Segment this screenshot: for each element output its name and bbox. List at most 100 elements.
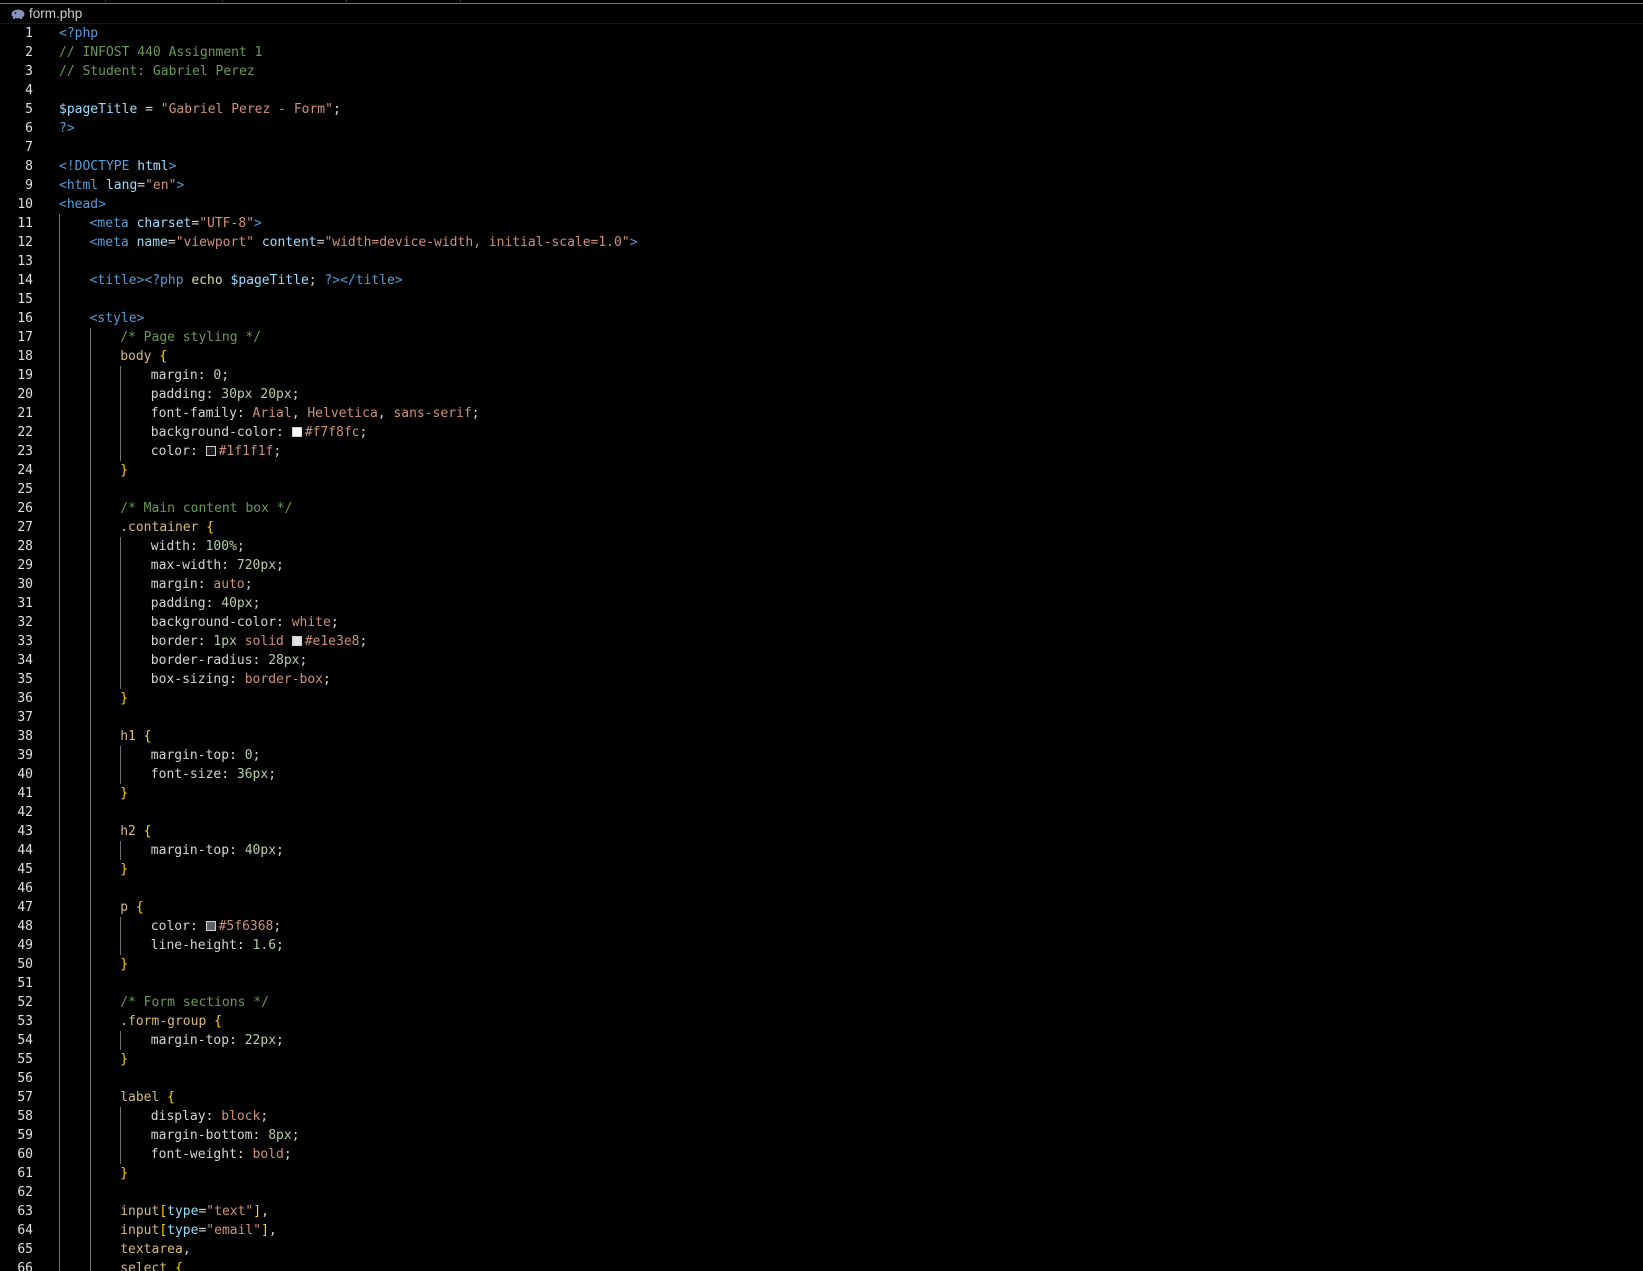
line-number: 3 (25, 64, 33, 79)
code-token: border-box (244, 672, 324, 687)
code-line[interactable]: 32 background-color: white; (0, 613, 1643, 632)
code-line[interactable]: 28 width: 100%; (0, 537, 1643, 556)
line-number: 34 (17, 653, 33, 668)
code-line[interactable]: 48 color: #5f6368; (0, 917, 1643, 936)
indent-guide (59, 917, 60, 936)
code-line[interactable]: 40 font-size: 36px; (0, 765, 1643, 784)
color-swatch-icon[interactable] (205, 921, 216, 931)
code-line[interactable]: 37 (0, 708, 1643, 727)
code-line[interactable]: 42 (0, 803, 1643, 822)
code-line[interactable]: 8 <!DOCTYPE html> (0, 157, 1643, 176)
line-number: 51 (17, 976, 33, 991)
code-token: line-height (150, 938, 237, 953)
code-line[interactable]: 7 (0, 138, 1643, 157)
code-line[interactable]: 38 h1 { (0, 727, 1643, 746)
code-line[interactable]: 58 display: block; (0, 1107, 1643, 1126)
code-line[interactable]: 18 body { (0, 347, 1643, 366)
code-line[interactable]: 4 (0, 81, 1643, 100)
code-line[interactable]: 43 h2 { (0, 822, 1643, 841)
code-token: // INFOST 440 Assignment 1 (59, 45, 263, 60)
code-line[interactable]: 39 margin-top: 0; (0, 746, 1643, 765)
code-line[interactable]: 56 (0, 1069, 1643, 1088)
code-line[interactable]: 26 /* Main content box */ (0, 499, 1643, 518)
code-line[interactable]: 55} (0, 1050, 1643, 1069)
breadcrumb-file-name[interactable]: form.php (29, 6, 82, 21)
code-line[interactable]: 10 <head> (0, 195, 1643, 214)
code-line[interactable]: 45} (0, 860, 1643, 879)
code-line[interactable]: 61} (0, 1164, 1643, 1183)
code-line[interactable]: 21 font-family: Arial, Helvetica, sans-se… (0, 404, 1643, 423)
code-line[interactable]: 44 margin-top: 40px; (0, 841, 1643, 860)
code-line[interactable]: 52 /* Form sections */ (0, 993, 1643, 1012)
indent-guide (89, 822, 91, 841)
code-editor[interactable]: 1 <?php 2 // INFOST 440 Assignment 1 3 // Stu… (0, 24, 1643, 1271)
code-line[interactable]: 22 background-color: #f7f8fc; (0, 423, 1643, 442)
code-line[interactable]: 34 border-radius: 28px; (0, 651, 1643, 670)
code-line[interactable]: 2 // INFOST 440 Assignment 1 (0, 43, 1643, 62)
code-token: { (214, 1014, 222, 1029)
breadcrumb[interactable]: form.php (0, 3, 1643, 24)
code-token: font-weight (150, 1147, 237, 1162)
code-line[interactable]: 30 margin: auto; (0, 575, 1643, 594)
code-line[interactable]: 27 .container { (0, 518, 1643, 537)
code-line[interactable]: 54 margin-top: 22px; (0, 1031, 1643, 1050)
color-swatch-icon[interactable] (205, 446, 216, 456)
code-line[interactable]: 6 ?> (0, 119, 1643, 138)
code-token: DOCTYPE (74, 159, 130, 174)
code-line[interactable]: 13 (0, 252, 1643, 271)
color-swatch-icon[interactable] (291, 427, 302, 437)
code-line[interactable]: 23 color: #1f1f1f; (0, 442, 1643, 461)
code-line[interactable]: 19 margin: 0; (0, 366, 1643, 385)
code-line[interactable]: 60 font-weight: bold; (0, 1145, 1643, 1164)
code-line[interactable]: 12 <meta name="viewport" content="width=d… (0, 233, 1643, 252)
code-line[interactable]: 57 label { (0, 1088, 1643, 1107)
line-number: 65 (17, 1242, 33, 1257)
code-line[interactable]: 36} (0, 689, 1643, 708)
code-token: : (276, 615, 292, 630)
code-token: 40px (244, 843, 277, 858)
code-line[interactable]: 33 border: 1px solid #e1e3e8; (0, 632, 1643, 651)
code-line[interactable]: 5 $pageTitle = "Gabriel Perez - Form"; (0, 100, 1643, 119)
indent-guide (89, 499, 91, 518)
code-line[interactable]: 14 <title><?php echo $pageTitle; ?></titl… (0, 271, 1643, 290)
code-line[interactable]: 20 padding: 30px 20px; (0, 385, 1643, 404)
code-line[interactable]: 1 <?php (0, 24, 1643, 43)
code-line[interactable]: 11 <meta charset="UTF-8"> (0, 214, 1643, 233)
code-line[interactable]: 17 /* Page styling */ (0, 328, 1643, 347)
code-line[interactable]: 47 p { (0, 898, 1643, 917)
code-line[interactable]: 50} (0, 955, 1643, 974)
code-line[interactable]: 65 textarea, (0, 1240, 1643, 1259)
code-line[interactable]: 25 (0, 480, 1643, 499)
code-line[interactable]: 31 padding: 40px; (0, 594, 1643, 613)
code-token: <! (59, 159, 75, 174)
code-line[interactable]: 16 <style> (0, 309, 1643, 328)
code-line[interactable]: 9 <html lang="en"> (0, 176, 1643, 195)
line-code: color: #5f6368; (151, 917, 281, 936)
code-line[interactable]: 49 line-height: 1.6; (0, 936, 1643, 955)
code-line[interactable]: 53 .form-group { (0, 1012, 1643, 1031)
code-line[interactable]: 59 margin-bottom: 8px; (0, 1126, 1643, 1145)
line-code: max-width: 720px; (151, 556, 284, 575)
code-line[interactable]: 35 box-sizing: border-box; (0, 670, 1643, 689)
code-token: : (229, 672, 245, 687)
indent-guide (89, 632, 91, 651)
code-line[interactable]: 66 select { (0, 1259, 1643, 1271)
indent-guide (59, 689, 60, 708)
code-token: : (197, 368, 214, 383)
code-line[interactable]: 41} (0, 784, 1643, 803)
code-line[interactable]: 15 (0, 290, 1643, 309)
code-line[interactable]: 62 (0, 1183, 1643, 1202)
indent-guide (59, 841, 60, 860)
indent-guide (59, 898, 60, 917)
code-line[interactable]: 63 input[type="text"], (0, 1202, 1643, 1221)
code-line[interactable]: 64 input[type="email"], (0, 1221, 1643, 1240)
code-line[interactable]: 46 (0, 879, 1643, 898)
code-line[interactable]: 24} (0, 461, 1643, 480)
code-line[interactable]: 3 // Student: Gabriel Perez (0, 62, 1643, 81)
code-token: = (137, 102, 161, 117)
code-line[interactable]: 51 (0, 974, 1643, 993)
line-code: /* Main content box */ (120, 499, 292, 518)
color-swatch-icon[interactable] (291, 636, 302, 646)
code-line[interactable]: 29 max-width: 720px; (0, 556, 1643, 575)
